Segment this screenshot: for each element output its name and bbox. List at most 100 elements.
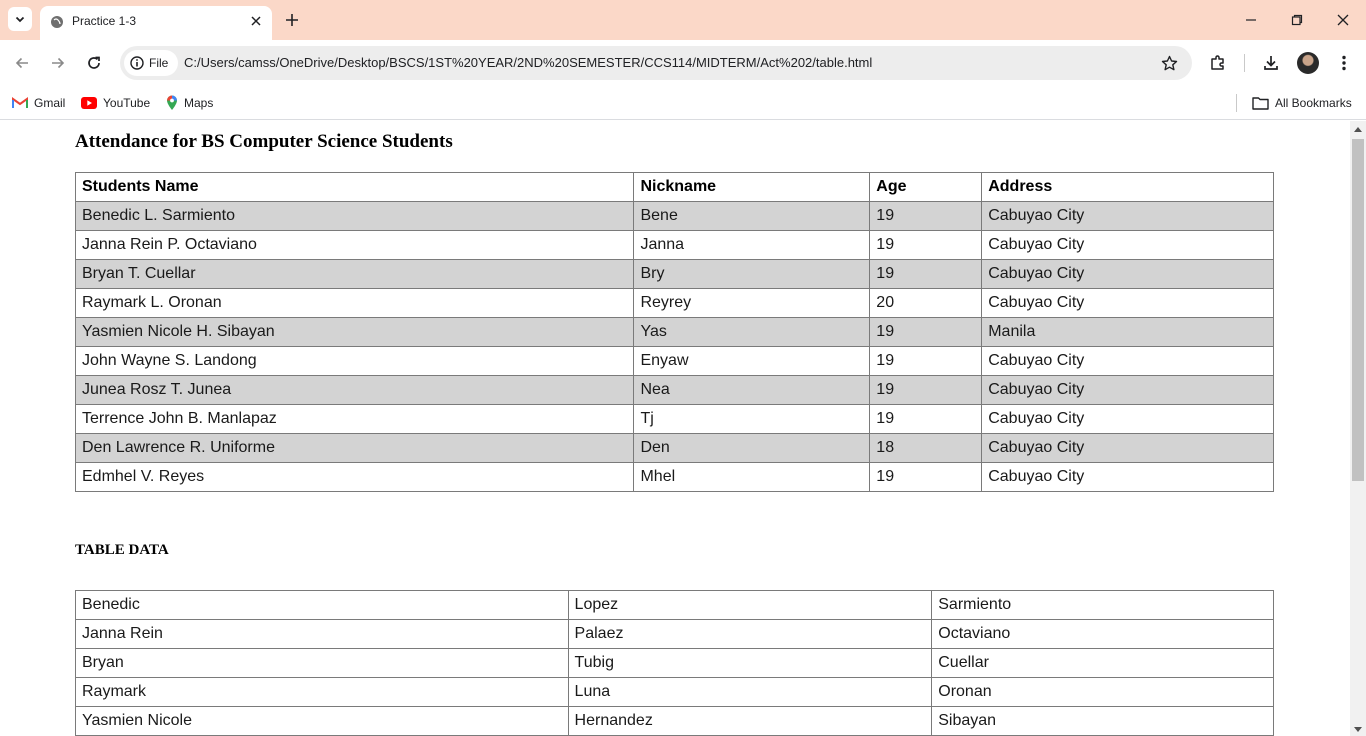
profile-avatar[interactable] [1297, 52, 1319, 74]
table-cell: Cabuyao City [981, 346, 1274, 376]
section-title: TABLE DATA [75, 542, 169, 558]
scroll-up-arrow-icon[interactable] [1354, 127, 1362, 132]
reload-button[interactable] [82, 51, 106, 75]
minimize-button[interactable] [1239, 8, 1263, 32]
table-cell: 19 [869, 317, 983, 347]
attendance-table: Students Name Nickname Age Address Bened… [74, 172, 1274, 492]
page-title: Attendance for BS Computer Science Stude… [75, 131, 453, 152]
table-cell: Den Lawrence R. Uniforme [74, 433, 635, 463]
bookmark-maps[interactable]: Maps [166, 93, 213, 113]
table-cell: Cabuyao City [981, 433, 1274, 463]
table-cell: Cabuyao City [981, 259, 1274, 289]
back-arrow-icon [15, 57, 28, 69]
table-cell: Raymark L. Oronan [74, 288, 635, 318]
table-row: Yasmien Nicole H. Sibayan Yas 19 Manila [74, 317, 1274, 347]
all-bookmarks-button[interactable]: All Bookmarks [1252, 93, 1352, 113]
table-cell: Reyrey [633, 288, 871, 318]
all-bookmarks-label: All Bookmarks [1275, 96, 1352, 110]
scrollbar-thumb[interactable] [1352, 139, 1364, 481]
table-cell: Yasmien Nicole [75, 706, 569, 736]
table-cell: Benedic [75, 590, 569, 620]
table-cell: Tj [633, 404, 871, 434]
back-button[interactable] [10, 51, 34, 75]
forward-button[interactable] [46, 51, 70, 75]
bookmark-youtube[interactable]: YouTube [81, 93, 150, 113]
column-header: Age [869, 172, 983, 202]
info-icon [130, 56, 144, 70]
bookmark-label: Gmail [34, 96, 66, 110]
bookmark-gmail[interactable]: Gmail [12, 93, 65, 113]
site-info-chip[interactable]: File [124, 50, 178, 76]
site-info-label: File [149, 56, 169, 70]
plus-icon [286, 14, 298, 26]
table-cell: Hernandez [567, 706, 933, 736]
table-row: Edmhel V. Reyes Mhel 19 Cabuyao City [74, 462, 1274, 492]
table-cell: Luna [567, 677, 933, 707]
maps-icon [166, 95, 178, 111]
scroll-down-arrow-icon[interactable] [1354, 727, 1362, 732]
bookmark-label: Maps [184, 96, 214, 110]
table-cell: Lopez [567, 590, 933, 620]
table-cell: 19 [869, 346, 983, 376]
table-cell: 18 [869, 433, 983, 463]
table-cell: Cabuyao City [981, 201, 1274, 231]
table-cell: Mhel [633, 462, 871, 492]
table-cell: Janna [633, 230, 871, 260]
table-cell: Cabuyao City [981, 288, 1274, 318]
vertical-scrollbar[interactable] [1350, 121, 1366, 736]
minimize-icon [1246, 19, 1256, 21]
table-cell: Benedic L. Sarmiento [74, 201, 635, 231]
table-cell: Palaez [567, 619, 933, 649]
address-bar[interactable]: File C:/Users/camss/OneDrive/Desktop/BSC… [120, 46, 1192, 80]
name-data-table: Benedic Lopez Sarmiento Janna Rein Palaez Oct… [75, 590, 1274, 736]
close-tab-button[interactable] [248, 13, 264, 29]
table-cell: Bry [633, 259, 871, 289]
table-row: Junea Rosz T. Junea Nea 19 Cabuyao City [74, 375, 1274, 405]
globe-icon [51, 16, 63, 28]
extensions-button[interactable] [1206, 51, 1230, 75]
table-row: John Wayne S. Landong Enyaw 19 Cabuyao City [74, 346, 1274, 376]
tab-practice[interactable]: Practice 1-3 [40, 6, 272, 40]
gmail-icon [12, 97, 28, 109]
table-cell: Cabuyao City [981, 462, 1274, 492]
table-cell: Nea [633, 375, 871, 405]
table-cell: Den [633, 433, 871, 463]
table-cell: Cabuyao City [981, 404, 1274, 434]
table-cell: Raymark [75, 677, 569, 707]
table-cell: Manila [981, 317, 1274, 347]
table-cell: Sibayan [931, 706, 1274, 736]
table-row: Bryan Tubig Cuellar [75, 648, 1274, 678]
url-text[interactable]: C:/Users/camss/OneDrive/Desktop/BSCS/1ST… [184, 55, 872, 70]
new-tab-button[interactable] [282, 10, 302, 30]
table-row: Yasmien Nicole Hernandez Sibayan [75, 706, 1274, 736]
tab-strip: Practice 1-3 [0, 0, 1366, 40]
forward-arrow-icon [52, 57, 65, 69]
downloads-button[interactable] [1259, 51, 1283, 75]
close-icon [251, 16, 261, 26]
bookmark-star-button[interactable] [1160, 54, 1178, 72]
column-header: Students Name [74, 172, 635, 202]
browser-toolbar: File C:/Users/camss/OneDrive/Desktop/BSC… [0, 40, 1366, 86]
tab-search-button[interactable] [8, 7, 32, 31]
table-cell: 20 [869, 288, 983, 318]
menu-button[interactable] [1332, 51, 1356, 75]
table-cell: Cabuyao City [981, 230, 1274, 260]
table-cell: Yas [633, 317, 871, 347]
puzzle-icon [1211, 55, 1224, 70]
close-window-button[interactable] [1331, 8, 1355, 32]
star-icon [1161, 55, 1177, 70]
table-cell: Janna Rein [75, 619, 569, 649]
more-vertical-icon [1342, 55, 1346, 71]
table-cell: Oronan [931, 677, 1274, 707]
table-cell: Tubig [567, 648, 933, 678]
restore-button[interactable] [1285, 8, 1309, 32]
table-cell: Terrence John B. Manlapaz [74, 404, 635, 434]
table-row: Janna Rein Palaez Octaviano [75, 619, 1274, 649]
table-cell: Edmhel V. Reyes [74, 462, 635, 492]
table-cell: Janna Rein P. Octaviano [74, 230, 635, 260]
chevron-down-icon [15, 16, 25, 23]
close-icon [1337, 14, 1349, 26]
table-cell: 19 [869, 201, 983, 231]
table-row: Den Lawrence R. Uniforme Den 18 Cabuyao Cit… [74, 433, 1274, 463]
table-cell: Yasmien Nicole H. Sibayan [74, 317, 635, 347]
